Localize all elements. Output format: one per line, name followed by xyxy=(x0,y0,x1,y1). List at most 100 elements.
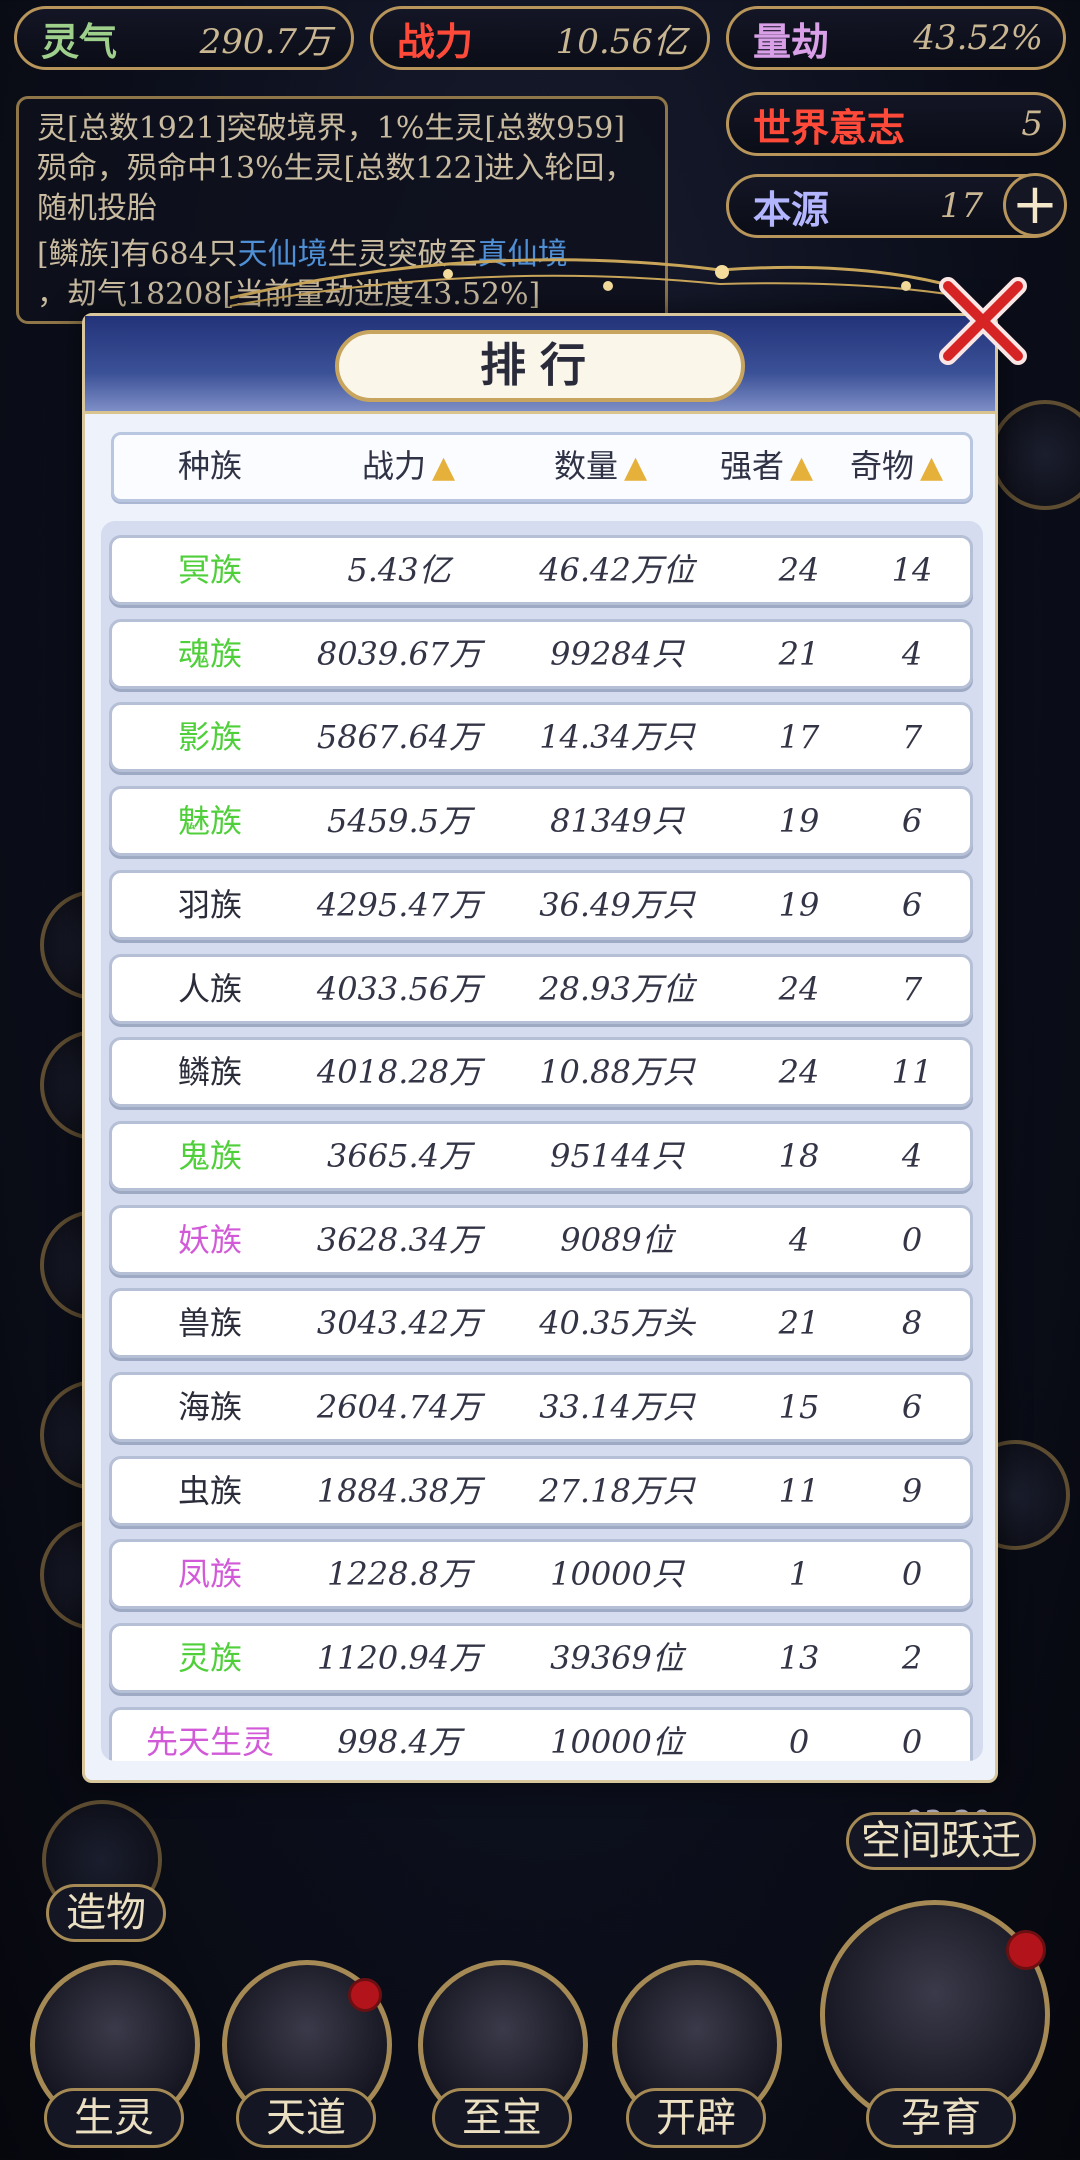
nav-shengling[interactable]: 生灵 xyxy=(44,2088,184,2148)
strong-value: 11 xyxy=(778,1471,820,1510)
table-row[interactable]: 羽族 4295.47万 36.49万只 19 6 xyxy=(109,869,973,940)
race-name: 凤族 xyxy=(177,1555,242,1594)
zhanli-label: 战力 xyxy=(397,18,474,64)
table-row[interactable]: 鳞族 4018.28万 10.88万只 24 11 xyxy=(109,1037,973,1108)
col-strong-label: 强者 xyxy=(720,447,785,485)
power-value: 1228.8万 xyxy=(327,1555,471,1594)
power-value: 5459.5万 xyxy=(327,802,471,841)
lingqi-stat: 灵气 290.7万 xyxy=(14,6,354,70)
count-value: 46.42万位 xyxy=(539,551,695,589)
world-will-stat[interactable]: 世界意志 5 xyxy=(726,92,1066,156)
col-item-sort[interactable]: 奇物 ▲ xyxy=(850,435,943,499)
right-orb-1[interactable] xyxy=(990,400,1080,510)
liangjie-stat: 量劫 43.52% xyxy=(726,6,1066,70)
add-benyuan-button[interactable]: + xyxy=(1003,173,1067,237)
strong-value: 0 xyxy=(788,1722,810,1761)
power-value: 998.4万 xyxy=(337,1722,461,1761)
power-value: 3665.4万 xyxy=(327,1136,471,1175)
world-will-label: 世界意志 xyxy=(753,104,906,150)
item-value: 0 xyxy=(901,1555,923,1594)
world-will-value: 5 xyxy=(1021,104,1043,144)
item-value: 14 xyxy=(891,551,933,589)
item-value: 2 xyxy=(901,1639,923,1678)
sort-arrow-icon: ▲ xyxy=(790,450,814,485)
race-name: 灵族 xyxy=(177,1639,242,1678)
strong-value: 19 xyxy=(778,885,820,924)
nav-tiandao[interactable]: 天道 xyxy=(236,2088,376,2148)
strong-value: 1 xyxy=(788,1555,810,1594)
count-value: 33.14万只 xyxy=(539,1388,695,1426)
col-strong-sort[interactable]: 强者 ▲ xyxy=(720,435,813,499)
col-power-sort[interactable]: 战力 ▲ xyxy=(362,435,455,499)
benyuan-stat: 本源 17 + xyxy=(726,173,1067,238)
sort-arrow-icon: ▲ xyxy=(920,450,944,485)
power-value: 2604.74万 xyxy=(316,1388,482,1426)
nav-yunyu[interactable]: 孕育 xyxy=(866,2088,1016,2148)
strong-value: 21 xyxy=(778,1304,820,1343)
count-value: 9089位 xyxy=(560,1220,674,1259)
table-row[interactable]: 凤族 1228.8万 10000只 1 0 xyxy=(109,1539,973,1610)
table-row[interactable]: 先天生灵 998.4万 10000位 0 0 xyxy=(109,1706,973,1761)
col-power-label: 战力 xyxy=(362,447,427,485)
zhanli-value: 10.56亿 xyxy=(555,21,687,62)
table-row[interactable]: 虫族 1884.38万 27.18万只 11 9 xyxy=(109,1455,973,1526)
table-row[interactable]: 灵族 1120.94万 39369位 13 2 xyxy=(109,1623,973,1694)
table-row[interactable]: 魂族 8039.67万 99284只 21 4 xyxy=(109,618,973,689)
nav-zhibao[interactable]: 至宝 xyxy=(432,2088,572,2148)
strong-value: 15 xyxy=(778,1388,820,1426)
race-name: 兽族 xyxy=(177,1304,242,1343)
ranking-list[interactable]: 冥族 5.43亿 46.42万位 24 14 魂族 8039.67万 99284只 21 4 影族 5… xyxy=(101,521,983,1761)
space-jump-button[interactable]: 空间跃迁 xyxy=(846,1812,1036,1870)
power-value: 4033.56万 xyxy=(316,969,482,1008)
power-value: 5867.64万 xyxy=(316,718,482,757)
close-icon[interactable] xyxy=(934,272,1034,372)
count-value: 28.93万位 xyxy=(539,969,695,1008)
col-item-label: 奇物 xyxy=(850,447,915,485)
strong-value: 24 xyxy=(778,551,820,589)
col-count-sort[interactable]: 数量 ▲ xyxy=(554,435,647,499)
item-value: 8 xyxy=(901,1304,923,1343)
col-count-label: 数量 xyxy=(554,447,619,485)
strong-value: 18 xyxy=(778,1136,820,1175)
power-value: 1120.94万 xyxy=(316,1639,482,1678)
race-name: 先天生灵 xyxy=(145,1722,274,1761)
table-row[interactable]: 冥族 5.43亿 46.42万位 24 14 xyxy=(109,535,973,605)
table-row[interactable]: 妖族 3628.34万 9089位 4 0 xyxy=(109,1204,973,1275)
power-value: 8039.67万 xyxy=(316,634,482,673)
modal-header: 排行 xyxy=(85,316,995,414)
table-row[interactable]: 人族 4033.56万 28.93万位 24 7 xyxy=(109,953,973,1024)
table-row[interactable]: 海族 2604.74万 33.14万只 15 6 xyxy=(109,1372,973,1442)
count-value: 40.35万头 xyxy=(539,1304,695,1343)
nav-kaipi[interactable]: 开辟 xyxy=(626,2088,766,2148)
table-row[interactable]: 魅族 5459.5万 81349只 19 6 xyxy=(109,786,973,857)
power-value: 4018.28万 xyxy=(316,1053,482,1092)
zhanli-stat: 战力 10.56亿 xyxy=(370,6,710,70)
race-name: 影族 xyxy=(177,718,242,757)
table-row[interactable]: 兽族 3043.42万 40.35万头 21 8 xyxy=(109,1288,973,1359)
strong-value: 17 xyxy=(778,718,820,757)
zaowu-button[interactable]: 造物 xyxy=(46,1884,166,1942)
count-value: 10.88万只 xyxy=(539,1053,695,1092)
count-value: 36.49万只 xyxy=(539,885,695,924)
race-name: 魅族 xyxy=(177,802,242,841)
strong-value: 4 xyxy=(788,1220,810,1259)
race-name: 海族 xyxy=(177,1388,242,1426)
count-value: 39369位 xyxy=(550,1639,684,1678)
item-value: 9 xyxy=(901,1471,923,1510)
table-row[interactable]: 影族 5867.64万 14.34万只 17 7 xyxy=(109,702,973,773)
sort-arrow-icon: ▲ xyxy=(432,450,456,485)
strong-value: 24 xyxy=(778,1053,820,1092)
item-value: 7 xyxy=(901,718,923,757)
item-value: 4 xyxy=(901,1136,923,1175)
column-header: 种族 战力 ▲ 数量 ▲ 强者 ▲ 奇物 ▲ xyxy=(111,432,973,502)
table-row[interactable]: 鬼族 3665.4万 95144只 18 4 xyxy=(109,1120,973,1191)
item-value: 6 xyxy=(901,1388,923,1426)
lingqi-label: 灵气 xyxy=(41,18,118,64)
strong-value: 13 xyxy=(778,1639,820,1678)
power-value: 3043.42万 xyxy=(316,1304,482,1343)
count-value: 95144只 xyxy=(550,1136,684,1175)
item-value: 6 xyxy=(901,885,923,924)
constellation-decoration xyxy=(229,258,961,307)
race-name: 人族 xyxy=(177,969,242,1008)
race-name: 冥族 xyxy=(177,551,242,589)
